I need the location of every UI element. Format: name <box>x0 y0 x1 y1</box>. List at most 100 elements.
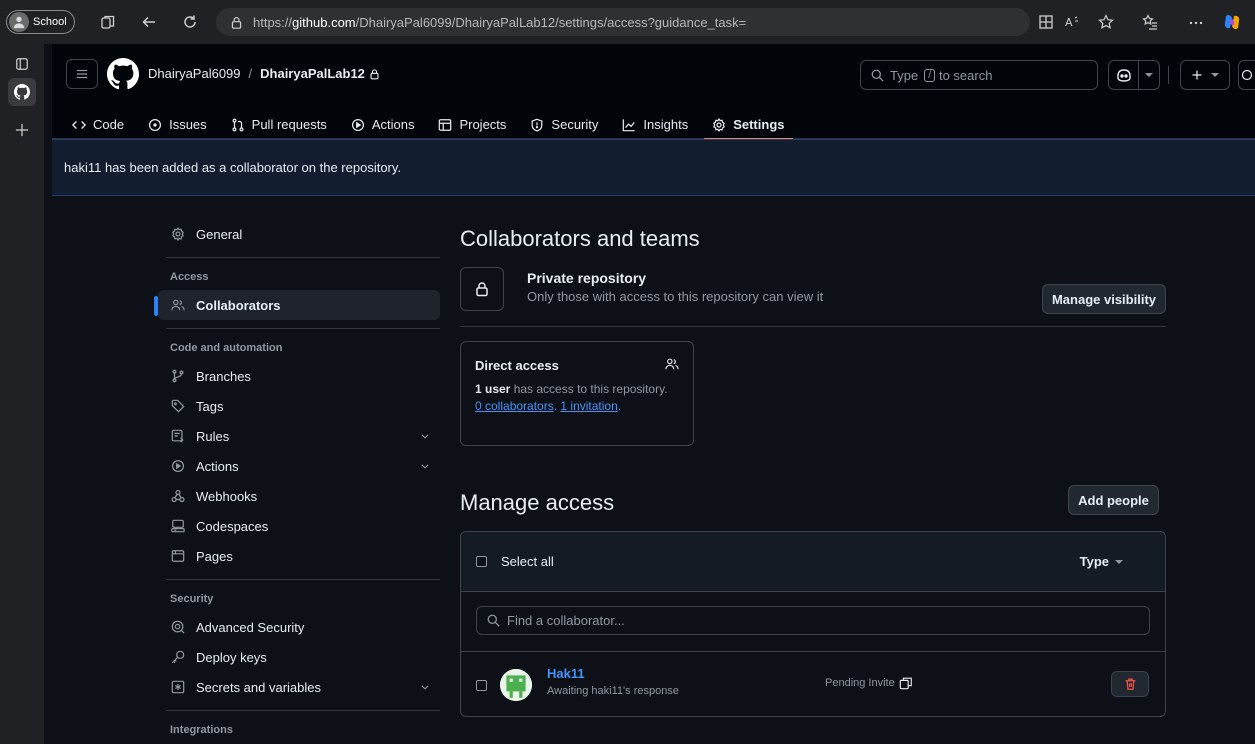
sidebar-item-secrets[interactable]: Secrets and variables <box>158 672 440 702</box>
tab-settings[interactable]: Settings <box>700 104 796 140</box>
avatar[interactable] <box>500 669 532 701</box>
sidebar-item-actions[interactable]: Actions <box>158 451 440 481</box>
repo-link[interactable]: DhairyaPalLab12 <box>260 66 365 81</box>
header-divider <box>1168 66 1169 84</box>
breadcrumb-separator: / <box>248 66 253 81</box>
sidebar-item-label: Rules <box>196 428 230 444</box>
member-name-link[interactable]: Hak11 <box>547 666 585 681</box>
tab-label: Actions <box>371 117 415 132</box>
sidebar-item-codespaces[interactable]: Codespaces <box>158 511 440 541</box>
select-all-label: Select all <box>501 554 554 569</box>
owner-link[interactable]: DhairyaPal6099 <box>148 66 241 81</box>
reading-view-icon[interactable] <box>1036 12 1056 32</box>
sidebar-heading-access: Access <box>170 271 209 283</box>
webhook-icon <box>170 489 186 503</box>
lock-icon <box>460 267 504 311</box>
tab-pull-requests[interactable]: Pull requests <box>219 104 339 139</box>
key-asterisk-icon <box>170 680 186 694</box>
sidebar-item-label: Deploy keys <box>196 649 267 665</box>
favorites-icon[interactable] <box>1140 12 1160 32</box>
sidebar-item-rules[interactable]: Rules <box>158 421 440 451</box>
sidebar-item-advanced-security[interactable]: Advanced Security <box>158 612 440 642</box>
flash-banner: haki11 has been added as a collaborator … <box>52 139 1255 196</box>
branch-icon <box>170 369 186 383</box>
copilot-button[interactable] <box>1108 60 1160 90</box>
workspaces-icon[interactable] <box>98 12 118 32</box>
read-aloud-icon[interactable]: A <box>1062 12 1082 32</box>
manage-access-title: Manage access <box>460 490 615 515</box>
sidebar-item-branches[interactable]: Branches <box>158 361 440 391</box>
tab-panel-icon[interactable] <box>8 50 36 78</box>
chevron-down-icon[interactable] <box>420 682 430 692</box>
search-icon <box>487 614 500 627</box>
copy-icon[interactable] <box>899 676 913 690</box>
sidebar-item-label: Branches <box>196 368 251 384</box>
visibility-section: Private repository Only those with acces… <box>460 267 1166 327</box>
sidebar-item-label: Codespaces <box>196 518 269 534</box>
tab-actions[interactable]: Actions <box>339 104 427 139</box>
sidebar-item-webhooks[interactable]: Webhooks <box>158 481 440 511</box>
new-tab-icon[interactable] <box>8 116 36 144</box>
tab-code[interactable]: Code <box>60 104 136 139</box>
pending-invite-label: Pending Invite <box>825 677 895 689</box>
page-title: Collaborators and teams <box>460 226 700 251</box>
sidebar-item-label: Collaborators <box>196 297 281 313</box>
sidebar-heading-code: Code and automation <box>170 342 283 354</box>
shield-icon <box>530 118 544 132</box>
add-people-button[interactable]: Add people <box>1068 485 1159 515</box>
member-checkbox[interactable] <box>476 679 487 691</box>
search-input[interactable]: Type / to search <box>860 60 1098 90</box>
sidebar-item-pages[interactable]: Pages <box>158 541 440 571</box>
visibility-description: Only those with access to this repositor… <box>527 289 824 304</box>
codespaces-icon <box>170 519 186 533</box>
tab-issues[interactable]: Issues <box>136 104 219 139</box>
sidebar-item-label: Advanced Security <box>196 619 305 635</box>
favorite-star-icon[interactable] <box>1096 12 1116 32</box>
collaborators-count-link[interactable]: 0 collaborators <box>475 399 554 413</box>
sidebar-item-general[interactable]: General <box>158 219 440 249</box>
menu-button[interactable] <box>66 59 98 89</box>
sidebar-item-tags[interactable]: Tags <box>158 391 440 421</box>
chevron-down-icon <box>1144 71 1153 79</box>
chevron-down-icon[interactable] <box>420 431 430 441</box>
tab-insights[interactable]: Insights <box>610 104 700 139</box>
sidebar-item-label: Actions <box>196 458 239 474</box>
select-all-checkbox[interactable] <box>476 556 487 567</box>
github-logo-icon[interactable] <box>107 58 139 90</box>
github-tab[interactable] <box>8 78 36 106</box>
create-new-button[interactable] <box>1180 60 1230 90</box>
sidebar-item-collaborators[interactable]: Collaborators <box>154 290 440 320</box>
search-prefix: Type <box>890 67 919 83</box>
tab-security[interactable]: Security <box>518 104 610 139</box>
private-lock-icon <box>369 68 380 80</box>
button-divider <box>1137 60 1139 90</box>
svg-text:A: A <box>1065 16 1073 29</box>
refresh-icon[interactable] <box>180 12 200 32</box>
play-icon <box>351 118 365 132</box>
more-menu-icon[interactable] <box>1186 12 1206 32</box>
sidebar-item-deploy-keys[interactable]: Deploy keys <box>158 642 440 672</box>
people-icon <box>170 298 186 312</box>
chevron-down-icon[interactable] <box>420 461 430 471</box>
codescan-icon <box>170 620 186 634</box>
profile-button[interactable]: School <box>6 10 75 34</box>
direct-access-text: has access to this repository. <box>513 382 668 396</box>
copilot-icon[interactable] <box>1222 12 1242 32</box>
sidebar-divider <box>166 257 440 258</box>
type-filter-dropdown[interactable]: Type <box>1080 554 1123 569</box>
rules-icon <box>170 429 186 443</box>
issues-button[interactable] <box>1238 60 1255 90</box>
sidebar-heading-integrations: Integrations <box>170 724 233 736</box>
trash-icon <box>1124 677 1137 691</box>
back-icon[interactable] <box>139 12 159 32</box>
remove-member-button[interactable] <box>1111 671 1149 697</box>
sidebar-item-label: Pages <box>196 548 233 564</box>
manage-visibility-button[interactable]: Manage visibility <box>1042 284 1166 314</box>
link-separator: . <box>553 399 558 413</box>
address-bar[interactable]: https://github.com/DhairyaPal6099/Dhairy… <box>216 8 1030 36</box>
table-icon <box>438 118 452 132</box>
find-collaborator-input[interactable]: Find a collaborator... <box>476 606 1150 635</box>
invitation-count-link[interactable]: 1 invitation <box>560 399 617 413</box>
url-host: github.com <box>292 14 356 30</box>
tab-projects[interactable]: Projects <box>426 104 518 139</box>
